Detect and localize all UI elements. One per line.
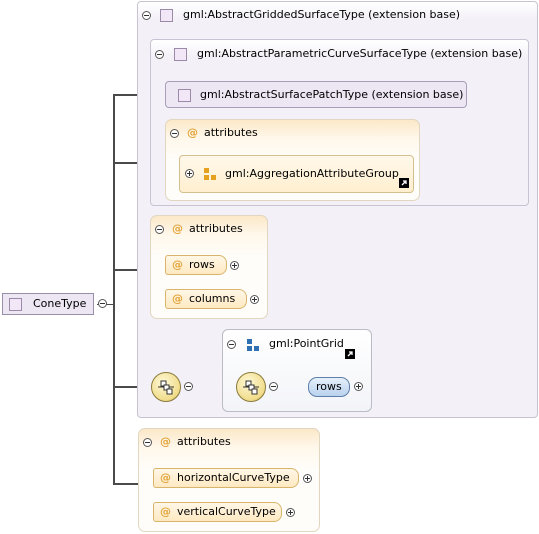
complex-type-icon: [160, 9, 173, 22]
collapse-toggle[interactable]: [227, 340, 236, 349]
attributes-title: attributes: [177, 435, 231, 448]
attribute-label: rows: [189, 258, 215, 271]
expand-toggle[interactable]: [354, 382, 363, 391]
collapse-toggle[interactable]: [142, 11, 151, 20]
reference-arrow-icon: [345, 349, 355, 359]
attribute-rows[interactable]: @ rows: [165, 255, 227, 275]
reference-arrow-icon: [399, 178, 409, 188]
attribute-label: verticalCurveType: [177, 505, 276, 518]
root-element-label: ConeType: [33, 297, 87, 310]
complex-type-icon: [174, 48, 187, 61]
element-rows[interactable]: rows: [308, 377, 350, 397]
attribute-vertical-curve-type[interactable]: @ verticalCurveType: [153, 502, 282, 522]
collapse-toggle[interactable]: [155, 225, 164, 234]
complex-type-icon: [9, 298, 22, 311]
sequence-compositor-icon[interactable]: [151, 372, 181, 402]
attribute-group-label: gml:AggregationAttributeGroup: [225, 167, 399, 180]
attribute-icon: @: [160, 435, 171, 448]
collapse-toggle[interactable]: [184, 382, 193, 391]
attribute-icon: @: [172, 258, 183, 271]
attribute-label: columns: [189, 292, 236, 305]
element-label: rows: [316, 380, 342, 393]
sequence-compositor-icon[interactable]: [236, 372, 266, 402]
point-grid-label: gml:PointGrid: [269, 337, 344, 350]
attributes-group-mid: @ attributes @ rows @ columns: [150, 215, 268, 319]
attribute-label: horizontalCurveType: [177, 471, 290, 484]
attribute-columns[interactable]: @ columns: [165, 289, 247, 309]
collapse-toggle[interactable]: [170, 129, 179, 138]
expand-toggle[interactable]: [230, 261, 239, 270]
complex-type-icon: [178, 89, 191, 102]
extension-gridded-label: gml:AbstractGriddedSurfaceType (extensio…: [183, 8, 461, 21]
attribute-group-icon: [203, 167, 217, 181]
connector: [113, 94, 115, 484]
collapse-toggle[interactable]: [269, 382, 278, 391]
attribute-group-ref[interactable]: gml:AggregationAttributeGroup: [179, 155, 414, 193]
group-icon: [246, 338, 260, 352]
extension-parametric-label: gml:AbstractParametricCurveSurfaceType (…: [197, 47, 523, 60]
attribute-icon: @: [160, 471, 171, 484]
collapse-toggle[interactable]: [98, 299, 107, 308]
attribute-icon: @: [172, 292, 183, 305]
expand-toggle[interactable]: [303, 474, 312, 483]
expand-toggle[interactable]: [250, 295, 259, 304]
attributes-title: attributes: [204, 126, 258, 139]
attribute-icon: @: [187, 126, 198, 139]
collapse-toggle[interactable]: [155, 50, 164, 59]
attributes-title: attributes: [189, 222, 243, 235]
connector: [113, 483, 138, 485]
extension-patch-label: gml:AbstractSurfacePatchType (extension …: [200, 88, 464, 101]
attributes-group-bottom: @ attributes @ horizontalCurveType @ ver…: [138, 428, 320, 532]
attributes-group-inner: @ attributes gml:AggregationAttributeGro…: [165, 119, 420, 201]
attribute-icon: @: [160, 505, 171, 518]
collapse-toggle[interactable]: [143, 438, 152, 447]
root-element-cone-type[interactable]: ConeType: [2, 293, 94, 315]
attribute-horizontal-curve-type[interactable]: @ horizontalCurveType: [153, 468, 299, 488]
expand-toggle[interactable]: [286, 508, 295, 517]
attribute-icon: @: [172, 222, 183, 235]
expand-toggle[interactable]: [185, 169, 194, 178]
extension-surface-patch[interactable]: gml:AbstractSurfacePatchType (extension …: [165, 81, 467, 108]
